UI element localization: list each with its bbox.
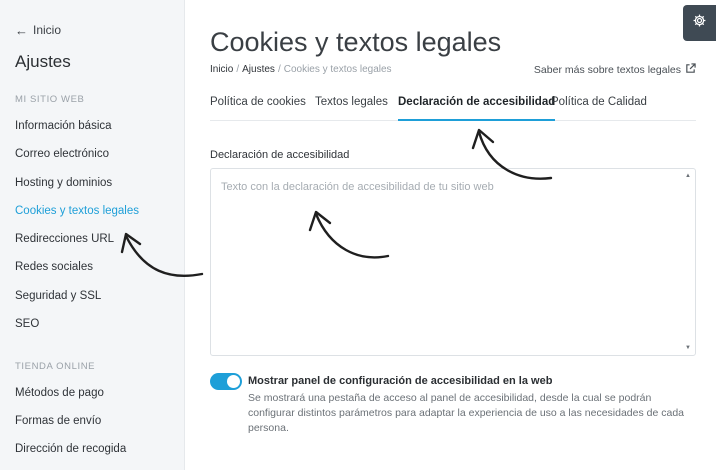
- toggle-title: Mostrar panel de configuración de accesi…: [248, 375, 553, 387]
- tab-textos-legales[interactable]: Textos legales: [315, 96, 388, 121]
- settings-button[interactable]: [683, 5, 716, 41]
- toggle-description: Se mostrará una pestaña de acceso al pan…: [248, 392, 685, 434]
- tab-declaracion-accesibilidad[interactable]: Declaración de accesibilidad: [398, 96, 556, 121]
- sidebar-item-informacion-basica[interactable]: Información básica: [15, 120, 112, 132]
- breadcrumb: Inicio / Ajustes / Cookies y textos legales: [210, 64, 392, 75]
- sidebar-item-redirecciones-url[interactable]: Redirecciones URL: [15, 233, 114, 245]
- help-link-label: Saber más sobre textos legales: [533, 64, 681, 76]
- breadcrumb-home[interactable]: Inicio: [210, 64, 233, 75]
- accessibility-textarea-container: ▲ ▼: [210, 168, 696, 356]
- scroll-down-icon[interactable]: ▼: [685, 345, 691, 351]
- back-link[interactable]: ← Inicio: [15, 23, 61, 37]
- settings-sidebar: ← Inicio Ajustes MI SITIO WEB Informació…: [0, 0, 185, 470]
- accessibility-textarea[interactable]: [211, 169, 695, 355]
- gear-icon: [692, 13, 707, 33]
- sidebar-item-cookies-textos-legales[interactable]: Cookies y textos legales: [15, 205, 139, 217]
- arrow-left-icon: ←: [15, 22, 28, 38]
- accessibility-panel-toggle[interactable]: [210, 373, 242, 390]
- breadcrumb-separator: /: [277, 64, 281, 75]
- breadcrumb-separator: /: [236, 64, 240, 75]
- sidebar-item-redes-sociales[interactable]: Redes sociales: [15, 261, 93, 273]
- sidebar-item-seguridad-ssl[interactable]: Seguridad y SSL: [15, 290, 101, 302]
- legal-tabs: Política de cookies Textos legales Decla…: [210, 88, 696, 121]
- tab-politica-cookies[interactable]: Política de cookies: [210, 96, 306, 121]
- tab-politica-calidad[interactable]: Política de Calidad: [551, 96, 647, 121]
- main-content: Cookies y textos legales Inicio / Ajustes /…: [185, 0, 716, 470]
- section-label-mi-sitio-web: MI SITIO WEB: [15, 94, 85, 105]
- external-link-icon: [685, 63, 696, 77]
- breadcrumb-current: Cookies y textos legales: [283, 64, 392, 75]
- help-link-textos-legales[interactable]: Saber más sobre textos legales: [534, 63, 696, 77]
- sidebar-item-direccion-recogida[interactable]: Dirección de recogida: [15, 443, 126, 455]
- sidebar-title: Ajustes: [15, 52, 71, 71]
- sidebar-item-hosting-dominios[interactable]: Hosting y dominios: [15, 177, 112, 189]
- breadcrumb-parent[interactable]: Ajustes: [242, 64, 275, 75]
- scroll-up-icon[interactable]: ▲: [685, 173, 691, 179]
- accessibility-field-label: Declaración de accesibilidad: [210, 149, 350, 161]
- back-link-label: Inicio: [33, 23, 62, 37]
- sidebar-item-metodos-pago[interactable]: Métodos de pago: [15, 387, 104, 399]
- sidebar-item-formas-envio[interactable]: Formas de envío: [15, 415, 101, 427]
- sidebar-item-correo-electronico[interactable]: Correo electrónico: [15, 148, 109, 160]
- page-title: Cookies y textos legales: [210, 27, 502, 57]
- toggle-knob: [227, 375, 240, 388]
- sidebar-item-seo[interactable]: SEO: [15, 318, 39, 330]
- section-label-tienda-online: TIENDA ONLINE: [15, 361, 96, 372]
